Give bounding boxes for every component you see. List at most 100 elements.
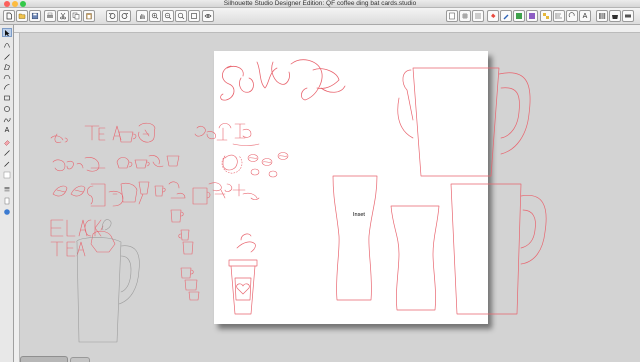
coffee-word-art[interactable] [194,123,260,146]
grid-icon [462,13,468,19]
leaves-and-cups-row3[interactable] [52,181,260,207]
store-button[interactable] [609,10,621,22]
paste-button[interactable] [83,10,95,22]
zoom-out-icon [164,12,172,20]
polygon-icon [4,63,10,70]
redo-button[interactable] [119,10,131,22]
artwork-layer[interactable] [21,34,640,362]
undo-button[interactable] [106,10,118,22]
rectangle-tool[interactable] [2,93,12,102]
grid-button[interactable] [459,10,471,22]
text-style-icon: A [582,12,588,20]
ellipse-tool[interactable] [2,104,12,113]
text-style-button[interactable]: A [579,10,591,22]
coffee-beans-row[interactable] [221,152,289,178]
swirl-lettering[interactable] [220,59,346,101]
coffee-script-row2[interactable] [52,155,180,172]
pan-button[interactable] [136,10,148,22]
polygon-tool[interactable] [2,62,12,71]
curve-tool[interactable] [2,72,12,81]
line-style-icon [475,13,481,19]
zoom-in-button[interactable] [149,10,161,22]
line-style-button[interactable] [472,10,484,22]
tall-glass-inset[interactable] [332,175,378,301]
color-panel-icon [3,171,11,178]
line-color-button[interactable] [500,10,512,22]
transform-button[interactable] [566,10,578,22]
select-tool[interactable] [2,28,12,37]
online-store-tool[interactable] [2,207,12,216]
layers-icon [4,186,10,191]
new-file-button[interactable] [3,10,15,22]
ellipse-icon [4,105,10,112]
globe-icon [4,208,10,215]
store-icon [612,15,618,19]
replicate-button[interactable] [540,10,552,22]
zoom-drag-icon [177,12,185,20]
paint-bucket-icon [491,13,496,18]
pattern-icon [529,13,535,19]
library-button[interactable] [596,10,608,22]
color-panel-tool[interactable] [2,170,12,179]
text-tool[interactable]: A [2,126,12,135]
hand-icon [140,14,145,19]
page-tab-active[interactable] [20,356,68,362]
print-button[interactable] [44,10,56,22]
line-tool[interactable] [2,52,12,61]
rotate-icon [568,12,575,18]
copy-icon [72,12,80,20]
page-icon [4,197,10,204]
large-mug-bottom-right[interactable] [450,183,547,315]
copy-button[interactable] [70,10,82,22]
eyedropper-icon [4,161,10,167]
align-button[interactable] [553,10,565,22]
layers-tool[interactable] [2,185,12,194]
page-tool[interactable] [2,196,12,205]
knife-tool[interactable] [2,148,12,157]
eraser-tool[interactable] [2,137,12,146]
fill-color-button[interactable] [487,10,499,22]
fit-to-page-button[interactable] [188,10,200,22]
library-icon [599,13,606,19]
open-file-button[interactable] [16,10,28,22]
undo-icon [108,13,116,19]
drawing-tools-panel: A [0,25,14,362]
align-icon [555,13,562,19]
add-page-tab[interactable] [70,357,90,362]
arc-tool[interactable] [2,82,12,91]
fit-page-icon [191,13,197,19]
zoom-in-icon [151,12,159,20]
save-button[interactable] [29,10,41,22]
send-to-cutter-button[interactable] [622,10,634,22]
replicate-icon [543,13,549,19]
line-icon [4,53,10,60]
pen-icon [503,14,509,20]
gradient-button[interactable] [513,10,525,22]
design-canvas[interactable]: Inset [21,34,640,362]
small-mugs-scatter[interactable] [170,209,200,301]
zoom-out-button[interactable] [162,10,174,22]
eyedropper-tool[interactable] [2,159,12,168]
preview-button[interactable] [202,10,214,22]
grey-mug-outline[interactable] [76,219,140,343]
main-toolbar: A [0,8,640,25]
zoom-drag-button[interactable] [175,10,187,22]
save-icon [31,12,39,20]
tea-word-art[interactable] [50,122,156,143]
page-setup-button[interactable] [446,10,458,22]
curve-icon [3,74,11,79]
pint-glass[interactable] [390,205,440,311]
coffee-cup-with-heart[interactable] [228,233,258,315]
large-mug-top[interactable] [397,67,531,177]
freehand-tool[interactable] [2,115,12,124]
edit-points-tool[interactable] [2,40,12,49]
pattern-button[interactable] [526,10,538,22]
cutter-icon [625,14,631,18]
arrow-pointer-icon [5,29,10,36]
edit-points-icon [4,42,10,48]
freehand-icon [3,117,11,122]
new-file-icon [6,12,12,20]
cut-button[interactable] [57,10,69,22]
redo-icon [121,13,129,19]
paste-icon [86,13,92,20]
